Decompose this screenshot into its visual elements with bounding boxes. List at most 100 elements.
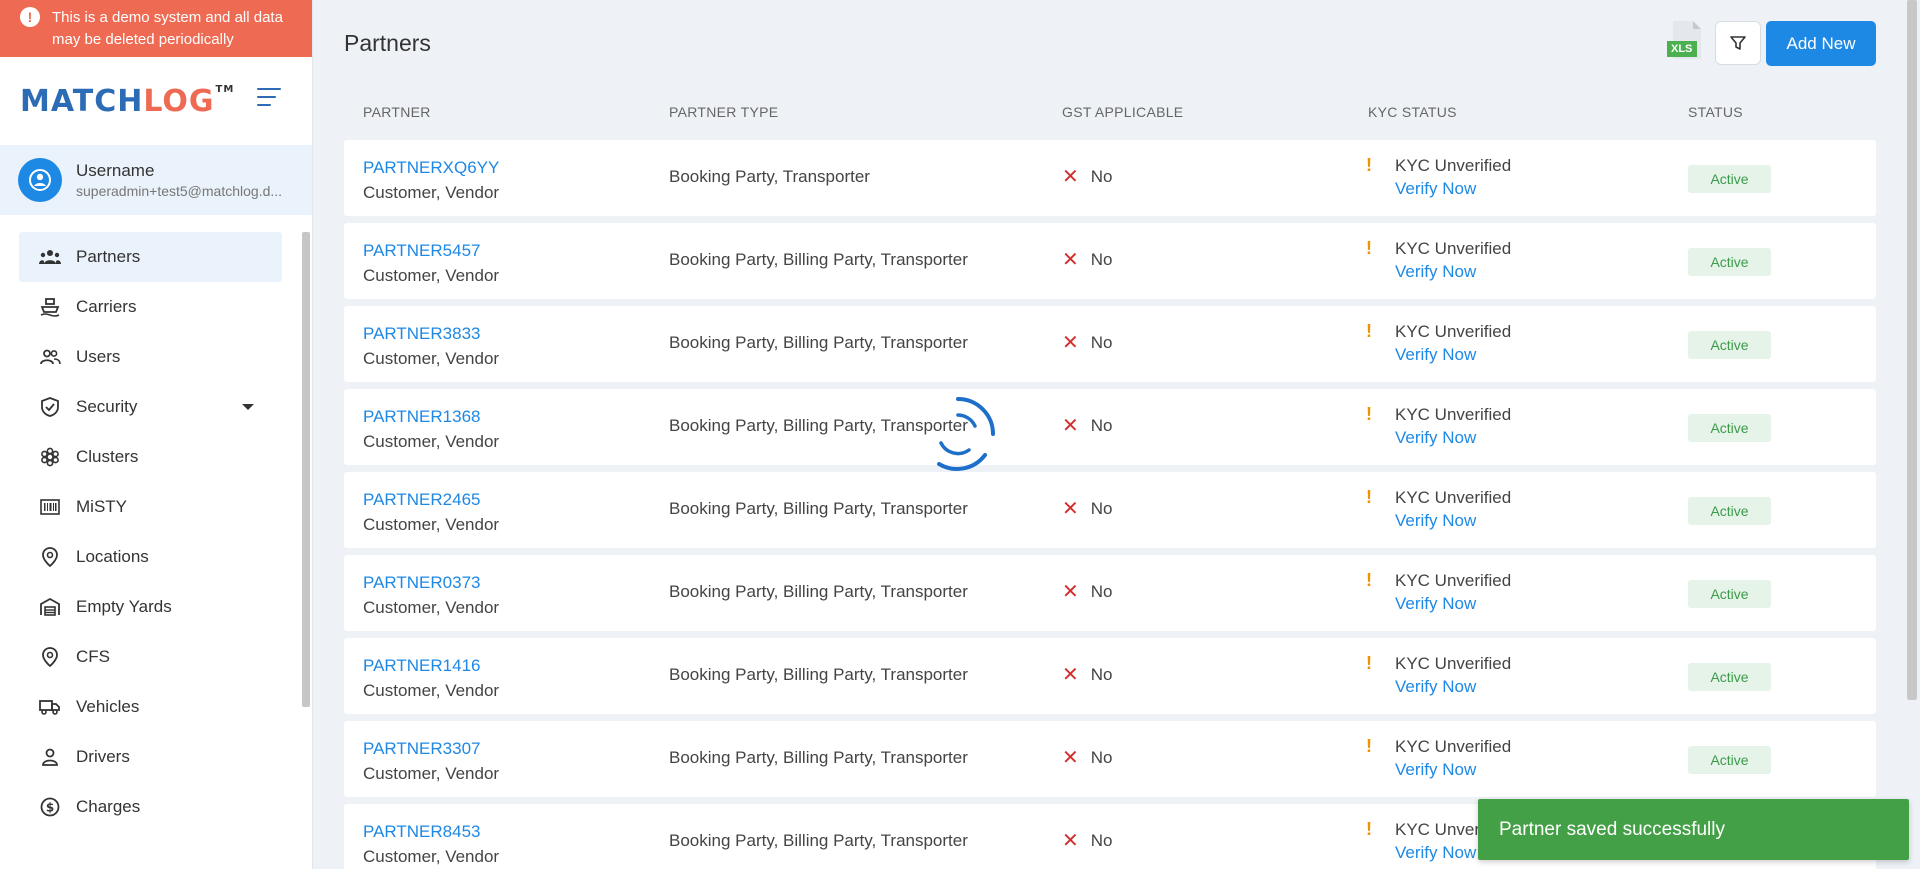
person-icon <box>39 746 61 768</box>
gst-value: No <box>1090 333 1113 352</box>
sidebar-item-empty-yards[interactable]: Empty Yards <box>19 582 282 632</box>
filter-button[interactable] <box>1715 21 1761 65</box>
kyc-status-text: KYC Unverified <box>1395 322 1512 341</box>
partner-id-link[interactable]: PARTNER3833 <box>363 321 499 346</box>
sidebar-item-clusters[interactable]: Clusters <box>19 432 282 482</box>
cross-icon: ✕ <box>1062 414 1079 437</box>
cross-icon: ✕ <box>1062 165 1079 188</box>
partner-cell: PARTNER1416 Customer, Vendor <box>363 653 499 703</box>
sidebar-item-cfs[interactable]: CFS <box>19 632 282 682</box>
verify-now-link[interactable]: Verify Now <box>1395 758 1511 781</box>
gst-value: No <box>1090 499 1113 518</box>
chevron-down-icon[interactable] <box>242 404 254 410</box>
xls-export-button[interactable]: XLS <box>1665 19 1705 61</box>
column-header-partner[interactable]: PARTNER <box>363 104 431 120</box>
sidebar-item-charges[interactable]: $ Charges <box>19 782 282 832</box>
verify-now-link[interactable]: Verify Now <box>1395 675 1511 698</box>
table-row[interactable]: PARTNER5457 Customer, Vendor Booking Par… <box>344 223 1876 299</box>
matchlog-logo[interactable]: MATCHLOGTM <box>20 84 234 119</box>
verify-now-link[interactable]: Verify Now <box>1395 260 1511 283</box>
page-title: Partners <box>344 30 431 56</box>
status-badge: Active <box>1688 497 1771 525</box>
column-header-kyc[interactable]: KYC STATUS <box>1368 104 1457 120</box>
table-row[interactable]: PARTNER3833 Customer, Vendor Booking Par… <box>344 306 1876 382</box>
menu-toggle-icon[interactable] <box>257 88 283 112</box>
user-name: Username <box>76 161 155 180</box>
warning-exclamation-icon: ! <box>1366 155 1372 175</box>
barcode-icon <box>39 496 61 518</box>
verify-now-link[interactable]: Verify Now <box>1395 343 1511 366</box>
sidebar-item-locations[interactable]: Locations <box>19 532 282 582</box>
partners-table-body: PARTNERXQ6YY Customer, Vendor Booking Pa… <box>344 140 1876 869</box>
partner-id-link[interactable]: PARTNER2465 <box>363 487 499 512</box>
warning-exclamation-icon: ! <box>1366 736 1372 756</box>
partner-cell: PARTNER3307 Customer, Vendor <box>363 736 499 786</box>
add-new-button[interactable]: Add New <box>1766 21 1876 66</box>
sidebar-item-label: Charges <box>76 797 141 816</box>
user-card[interactable]: Username superadmin+test5@matchlog.d... <box>0 145 312 215</box>
verify-now-link[interactable]: Verify Now <box>1395 426 1511 449</box>
column-header-status[interactable]: STATUS <box>1688 104 1743 120</box>
gst-cell: ✕ No <box>1062 416 1113 436</box>
toast-message: Partner saved successfully <box>1499 819 1725 840</box>
page-scrollbar[interactable] <box>1907 0 1917 700</box>
toast-notification[interactable]: Partner saved successfully <box>1478 799 1909 860</box>
verify-now-link[interactable]: Verify Now <box>1395 177 1511 200</box>
filter-icon <box>1730 36 1746 50</box>
verify-now-link[interactable]: Verify Now <box>1395 592 1511 615</box>
table-row[interactable]: PARTNER3307 Customer, Vendor Booking Par… <box>344 721 1876 797</box>
table-row[interactable]: PARTNERXQ6YY Customer, Vendor Booking Pa… <box>344 140 1876 216</box>
partner-cell: PARTNERXQ6YY Customer, Vendor <box>363 155 499 205</box>
verify-now-link[interactable]: Verify Now <box>1395 509 1511 532</box>
gst-cell: ✕ No <box>1062 748 1113 768</box>
location-pin-icon <box>39 646 61 668</box>
sidebar-item-users[interactable]: Users <box>19 332 282 382</box>
partner-id-link[interactable]: PARTNER8453 <box>363 819 499 844</box>
sidebar-scrollbar[interactable] <box>302 232 310 707</box>
column-header-gst[interactable]: GST APPLICABLE <box>1062 104 1183 120</box>
sidebar-item-partners[interactable]: Partners <box>19 232 282 282</box>
demo-banner: ! This is a demo system and all data may… <box>0 0 312 57</box>
partner-id-link[interactable]: PARTNERXQ6YY <box>363 155 499 180</box>
gst-cell: ✕ No <box>1062 167 1113 187</box>
user-avatar-icon <box>29 169 51 191</box>
status-badge: Active <box>1688 663 1771 691</box>
sidebar-item-misty[interactable]: MiSTY <box>19 482 282 532</box>
cross-icon: ✕ <box>1062 331 1079 354</box>
partner-id-link[interactable]: PARTNER3307 <box>363 736 499 761</box>
partner-roles: Customer, Vendor <box>363 183 500 202</box>
loading-spinner <box>937 397 995 471</box>
partner-roles: Customer, Vendor <box>363 681 500 700</box>
warehouse-icon <box>39 596 61 618</box>
partner-id-link[interactable]: PARTNER1368 <box>363 404 499 429</box>
partner-roles: Customer, Vendor <box>363 432 500 451</box>
shield-icon <box>39 396 61 418</box>
kyc-status-text: KYC Unverified <box>1395 654 1512 673</box>
warning-exclamation-icon: ! <box>1366 653 1372 673</box>
table-row[interactable]: PARTNER1368 Customer, Vendor Booking Par… <box>344 389 1876 465</box>
partner-cell: PARTNER0373 Customer, Vendor <box>363 570 499 620</box>
partner-type: Booking Party, Billing Party, Transporte… <box>669 831 968 850</box>
sidebar-item-security[interactable]: Security <box>19 382 282 432</box>
table-header: PARTNER PARTNER TYPE GST APPLICABLE KYC … <box>344 101 1876 123</box>
partner-id-link[interactable]: PARTNER1416 <box>363 653 499 678</box>
sidebar-item-label: CFS <box>76 647 110 666</box>
table-row[interactable]: PARTNER0373 Customer, Vendor Booking Par… <box>344 555 1876 631</box>
kyc-cell: ! KYC Unverified Verify Now <box>1366 403 1511 449</box>
partner-id-link[interactable]: PARTNER5457 <box>363 238 499 263</box>
sidebar-item-vehicles[interactable]: Vehicles <box>19 682 282 732</box>
table-row[interactable]: PARTNER2465 Customer, Vendor Booking Par… <box>344 472 1876 548</box>
sidebar-item-carriers[interactable]: Carriers <box>19 282 282 332</box>
kyc-cell: ! KYC Unverified Verify Now <box>1366 237 1511 283</box>
gst-value: No <box>1090 748 1113 767</box>
users-icon <box>39 346 61 368</box>
column-header-partner-type[interactable]: PARTNER TYPE <box>669 104 778 120</box>
gst-value: No <box>1090 250 1113 269</box>
table-row[interactable]: PARTNER1416 Customer, Vendor Booking Par… <box>344 638 1876 714</box>
partner-id-link[interactable]: PARTNER0373 <box>363 570 499 595</box>
gst-cell: ✕ No <box>1062 582 1113 602</box>
sidebar-item-drivers[interactable]: Drivers <box>19 732 282 782</box>
kyc-cell: ! KYC Unverified Verify Now <box>1366 569 1511 615</box>
partner-cell: PARTNER2465 Customer, Vendor <box>363 487 499 537</box>
status-badge: Active <box>1688 248 1771 276</box>
